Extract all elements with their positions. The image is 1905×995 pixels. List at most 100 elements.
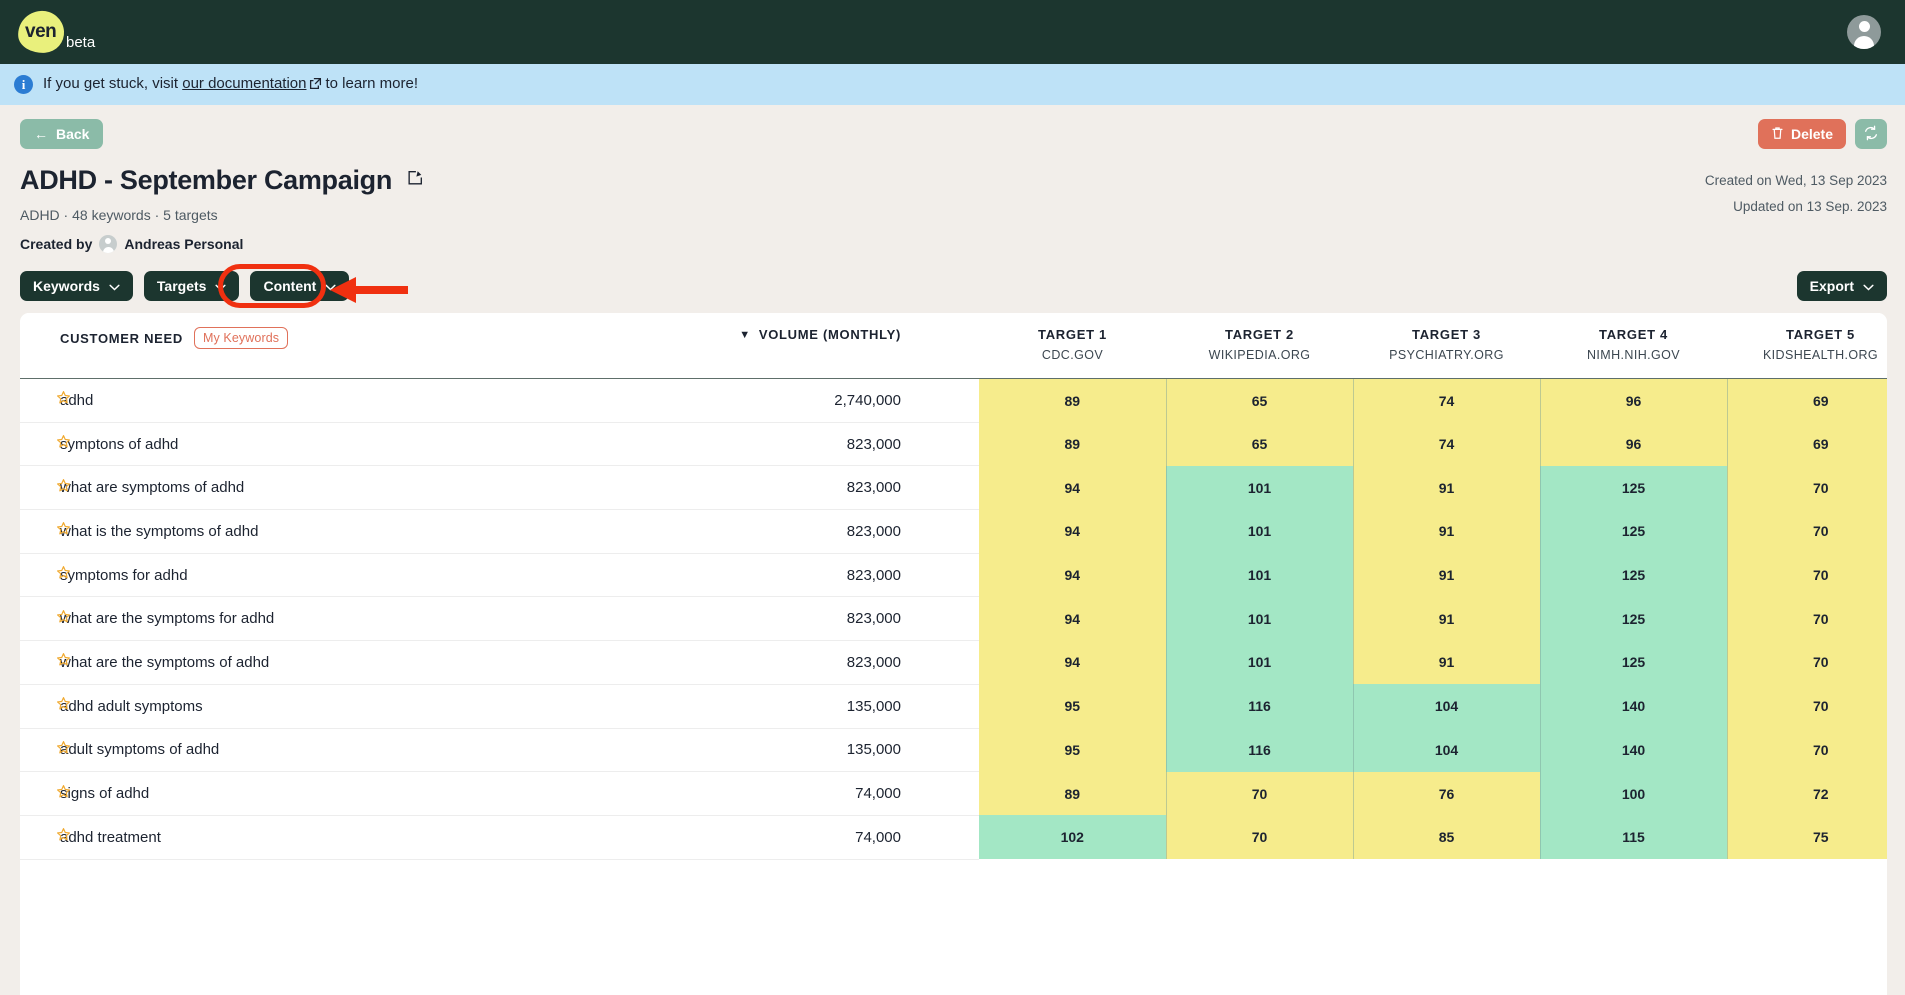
keywords-dropdown-button[interactable]: Keywords: [20, 271, 133, 301]
score-cell-target-1: 89: [979, 378, 1167, 423]
column-header-target-1[interactable]: TARGET 1 CDC.GOV: [979, 313, 1166, 379]
table-row[interactable]: symptoms for adhd 823,000 94 101 91 125 70: [20, 553, 1887, 598]
banner-prefix: If you get stuck, visit: [43, 75, 179, 92]
score-cell-target-2: 70: [1166, 771, 1354, 816]
star-outline-icon[interactable]: [56, 391, 71, 410]
my-keywords-badge[interactable]: My Keywords: [193, 327, 289, 349]
logo-text: ven: [25, 21, 57, 42]
table-row[interactable]: adhd adult symptoms 135,000 95 116 104 140 70: [20, 684, 1887, 729]
content-button-label: Content: [263, 278, 317, 294]
chevron-down-icon: [215, 278, 227, 294]
logo-beta-label: beta: [66, 34, 96, 51]
column-header-customer-need[interactable]: CUSTOMER NEED My Keywords: [20, 313, 532, 379]
volume-cell: 74,000: [532, 771, 979, 816]
table-row[interactable]: what are the symptoms for adhd 823,000 94 1…: [20, 596, 1887, 642]
star-outline-icon[interactable]: [56, 566, 71, 585]
table-row[interactable]: adhd treatment 74,000 102 70 85 115 75: [20, 815, 1887, 860]
edit-pencil-icon[interactable]: [406, 169, 424, 192]
created-by-row: Created by Andreas Personal: [20, 235, 424, 253]
target-3-domain: PSYCHIATRY.ORG: [1389, 348, 1504, 362]
timestamps: Created on Wed, 13 Sep 2023 Updated on 1…: [1705, 165, 1887, 253]
customer-need-label: CUSTOMER NEED: [60, 330, 183, 346]
score-cell-target-3: 74: [1353, 422, 1541, 466]
volume-cell: 135,000: [532, 684, 979, 729]
logo-blob-icon: ven: [16, 9, 66, 55]
table-row[interactable]: signs of adhd 74,000 89 70 76 100 72: [20, 771, 1887, 816]
score-cell-target-5: 70: [1727, 596, 1887, 641]
star-outline-icon[interactable]: [56, 653, 71, 672]
updated-on-text: Updated on 13 Sep. 2023: [1733, 199, 1887, 215]
star-outline-icon[interactable]: [56, 478, 71, 497]
created-on-text: Created on Wed, 13 Sep 2023: [1704, 173, 1887, 188]
target-3-label: TARGET 3: [1412, 327, 1481, 342]
table-row[interactable]: symptons of adhd 823,000 89 65 74 96 69: [20, 422, 1887, 467]
score-cell-target-2: 101: [1166, 465, 1354, 510]
app-logo[interactable]: ven beta: [16, 9, 96, 55]
back-button[interactable]: ← Back: [20, 119, 104, 149]
score-cell-target-1: 95: [979, 728, 1167, 772]
star-outline-icon[interactable]: [56, 740, 71, 759]
keyword-cell: adhd treatment: [20, 815, 532, 860]
score-cell-target-1: 94: [979, 553, 1167, 597]
refresh-button[interactable]: [1855, 119, 1887, 149]
table-body: adhd 2,740,000 89 65 74 96 69 symptons of adhd 8…: [20, 378, 1887, 860]
score-cell-target-1: 95: [979, 684, 1167, 728]
targets-dropdown-button[interactable]: Targets: [143, 271, 240, 301]
star-outline-icon[interactable]: [56, 697, 71, 716]
score-cell-target-2: 101: [1166, 509, 1354, 554]
score-cell-target-1: 94: [979, 596, 1167, 641]
score-cell-target-3: 91: [1353, 640, 1541, 685]
table-row[interactable]: what are the symptoms of adhd 823,000 94 10…: [20, 640, 1887, 685]
star-outline-icon[interactable]: [56, 784, 71, 803]
score-cell-target-3: 91: [1353, 553, 1541, 597]
score-cell-target-4: 125: [1540, 465, 1728, 510]
column-header-target-3[interactable]: TARGET 3 PSYCHIATRY.ORG: [1353, 313, 1540, 379]
user-avatar-icon[interactable]: [1847, 15, 1881, 49]
export-dropdown-button[interactable]: Export: [1796, 271, 1887, 301]
top-navigation-bar: ven beta: [0, 0, 1905, 64]
score-cell-target-3: 76: [1353, 771, 1541, 816]
table-row[interactable]: what are symptoms of adhd 823,000 94 101 91 1…: [20, 465, 1887, 511]
target-5-label: TARGET 5: [1786, 327, 1855, 342]
score-cell-target-3: 85: [1353, 815, 1541, 860]
table-row[interactable]: adult symptoms of adhd 135,000 95 116 104 140…: [20, 728, 1887, 773]
table-row[interactable]: adhd 2,740,000 89 65 74 96 69: [20, 378, 1887, 423]
score-cell-target-1: 89: [979, 422, 1167, 466]
star-outline-icon[interactable]: [56, 609, 71, 628]
keyword-table-container: CUSTOMER NEED My Keywords ▼ VOLUME (MONT…: [20, 313, 1887, 995]
star-outline-icon[interactable]: [56, 828, 71, 847]
volume-cell: 135,000: [532, 728, 979, 773]
score-cell-target-1: 94: [979, 509, 1167, 554]
column-header-volume[interactable]: ▼ VOLUME (MONTHLY): [532, 313, 979, 379]
volume-cell: 823,000: [532, 640, 979, 685]
delete-button[interactable]: Delete: [1757, 119, 1846, 149]
keyword-cell: signs of adhd: [20, 771, 532, 816]
score-cell-target-2: 116: [1166, 728, 1354, 772]
column-header-target-4[interactable]: TARGET 4 NIMH.NIH.GOV: [1540, 313, 1727, 379]
title-block: ADHD - September Campaign ADHD · 48 keyw…: [0, 149, 1905, 253]
score-cell-target-4: 140: [1540, 728, 1728, 772]
score-cell-target-2: 116: [1166, 684, 1354, 728]
score-cell-target-3: 74: [1353, 378, 1541, 423]
column-header-target-2[interactable]: TARGET 2 WIKIPEDIA.ORG: [1166, 313, 1353, 379]
content-dropdown-button[interactable]: Content: [250, 271, 350, 301]
title-left: ADHD - September Campaign ADHD · 48 keyw…: [20, 165, 424, 253]
keyword-cell: what are symptoms of adhd: [20, 465, 532, 511]
score-cell-target-1: 89: [979, 771, 1167, 816]
table-row[interactable]: what is the symptoms of adhd 823,000 94 101…: [20, 509, 1887, 554]
score-cell-target-3: 104: [1353, 728, 1541, 772]
targets-button-label: Targets: [156, 278, 207, 294]
documentation-link[interactable]: our documentation: [182, 75, 306, 92]
keyword-cell: adhd: [20, 378, 532, 423]
score-cell-target-5: 69: [1727, 378, 1887, 423]
score-cell-target-5: 69: [1727, 422, 1887, 466]
chevron-down-icon: [325, 278, 336, 294]
score-cell-target-4: 140: [1540, 684, 1728, 728]
column-header-target-5[interactable]: TARGET 5 KIDSHEALTH.ORG: [1727, 313, 1887, 379]
score-cell-target-2: 101: [1166, 596, 1354, 641]
keyword-cell: adhd adult symptoms: [20, 684, 532, 729]
star-outline-icon[interactable]: [56, 522, 71, 541]
star-outline-icon[interactable]: [56, 435, 71, 454]
filter-button-group: Keywords Targets Content: [20, 264, 408, 308]
score-cell-target-4: 125: [1540, 553, 1728, 597]
